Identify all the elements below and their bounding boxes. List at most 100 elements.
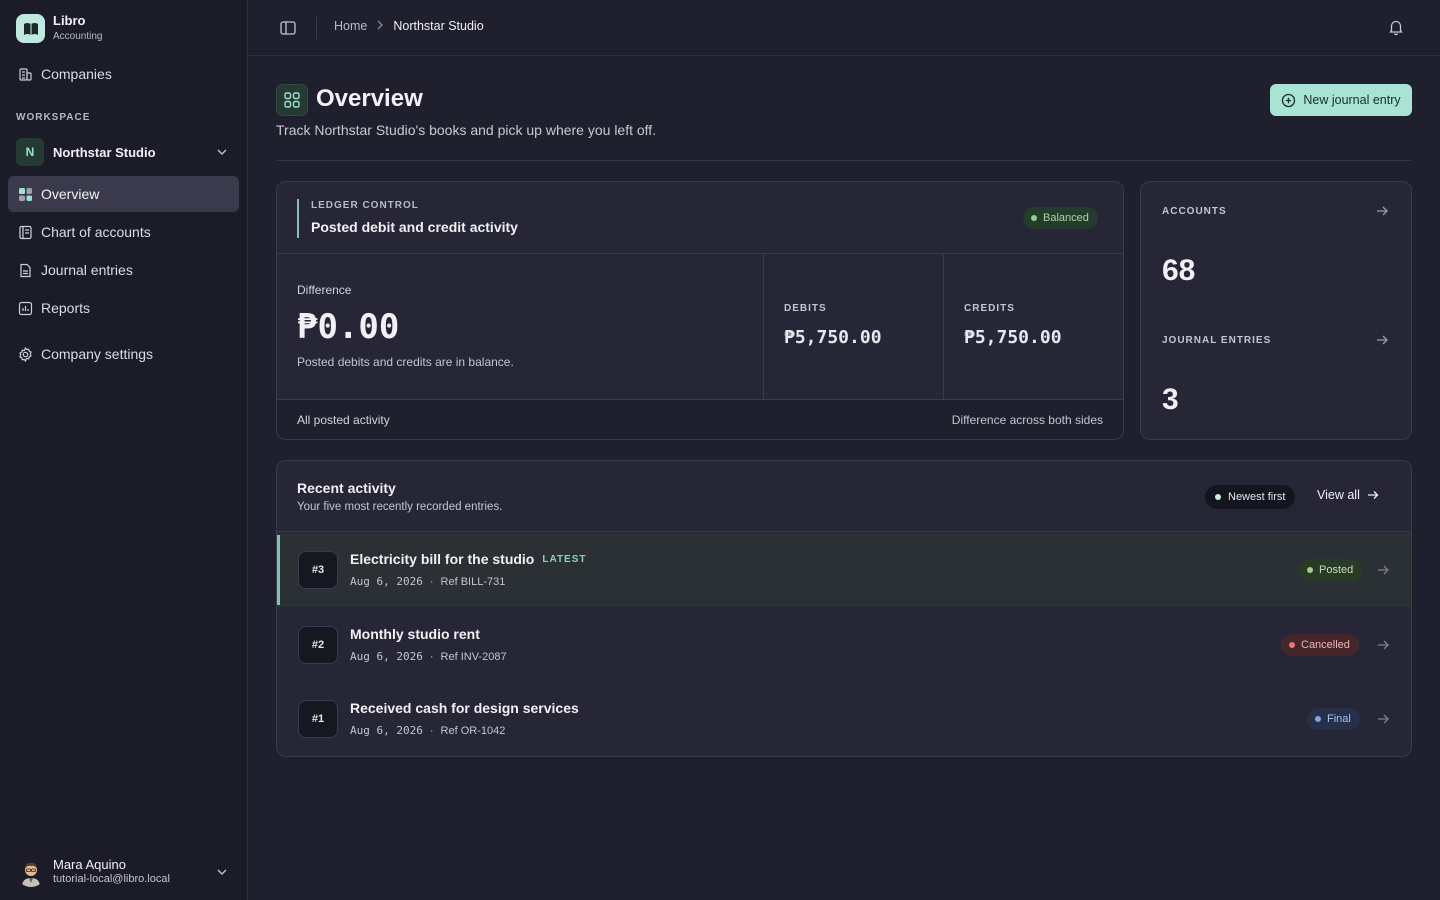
entry-date: Aug 6, 2026: [350, 724, 423, 737]
new-journal-entry-button[interactable]: New journal entry: [1270, 84, 1412, 116]
arrow-right-icon[interactable]: [1374, 332, 1390, 348]
button-label: New journal entry: [1303, 93, 1401, 107]
breadcrumb: Home Northstar Studio: [334, 19, 484, 33]
entry-meta: Aug 6, 2026 · Ref BILL-731: [350, 575, 505, 588]
gear-icon: [17, 346, 33, 362]
divider: [276, 160, 1412, 161]
user-email: tutorial-local@libro.local: [53, 873, 170, 885]
difference-note: Posted debits and credits are in balance…: [297, 355, 514, 369]
bell-icon[interactable]: [1387, 18, 1405, 36]
user-menu[interactable]: Mara Aquino tutorial-local@libro.local: [16, 855, 232, 889]
debits-label: DEBITS: [784, 303, 827, 314]
meta-separator: ·: [429, 650, 434, 663]
entry-number: #2: [298, 626, 338, 664]
view-all-link[interactable]: View all: [1317, 488, 1380, 502]
sort-badge[interactable]: Newest first: [1205, 485, 1296, 509]
sidebar-item-company-settings[interactable]: Company settings: [8, 336, 239, 372]
sidebar-item-label: Companies: [41, 66, 112, 82]
accounts-label: ACCOUNTS: [1162, 206, 1227, 217]
entry-number: #3: [298, 551, 338, 589]
status-badge: Balanced: [1023, 207, 1098, 229]
difference-label: Difference: [297, 283, 352, 297]
table-row[interactable]: #2 Monthly studio rent Aug 6, 2026 · Ref…: [277, 608, 1411, 682]
arrow-right-icon[interactable]: [1375, 711, 1391, 727]
table-row[interactable]: #3 Electricity bill for the studio LATES…: [277, 533, 1411, 607]
entry-ref: Ref OR-1042: [440, 724, 506, 737]
ledger-footer: All posted activity Difference across bo…: [277, 399, 1123, 439]
entry-date: Aug 6, 2026: [350, 650, 423, 663]
footer-left: All posted activity: [297, 413, 390, 427]
entry-ref: Ref BILL-731: [440, 575, 506, 588]
ledger-header: LEDGER CONTROL Posted debit and credit a…: [277, 182, 1123, 254]
recent-subtitle: Your five most recently recorded entries…: [297, 501, 503, 513]
status-label: Balanced: [1043, 212, 1089, 224]
topbar: Home Northstar Studio: [248, 0, 1440, 56]
status-label: Final: [1327, 713, 1351, 725]
brand-name: Libro: [53, 13, 86, 28]
ledger-title: Posted debit and credit activity: [311, 219, 518, 235]
recent-header: Recent activity Your five most recently …: [277, 461, 1411, 532]
libro-logo-icon: [16, 14, 45, 43]
status-dot: [1031, 215, 1037, 221]
user-name: Mara Aquino: [53, 857, 126, 872]
sidebar: Libro Accounting Companies WORKSPACE N N…: [0, 0, 248, 900]
breadcrumb-current: Northstar Studio: [393, 19, 484, 33]
sidebar-item-chart-of-accounts[interactable]: Chart of accounts: [8, 214, 239, 250]
chart-icon: [17, 300, 33, 316]
sidebar-item-label: Overview: [41, 186, 100, 202]
status-badge: Posted: [1299, 559, 1363, 581]
view-all-label: View all: [1317, 488, 1360, 502]
footer-right: Difference across both sides: [951, 413, 1103, 427]
entry-title-text: Received cash for design services: [350, 700, 579, 716]
overview-icon: [276, 84, 308, 116]
journal-entries-value: 3: [1162, 383, 1179, 416]
difference-cell: Difference ₱0.00 Posted debits and credi…: [277, 254, 764, 399]
recent-title: Recent activity: [297, 480, 396, 496]
latest-tag: LATEST: [542, 553, 587, 565]
meta-separator: ·: [429, 575, 434, 588]
ledger-kicker: LEDGER CONTROL: [311, 200, 419, 211]
entry-title-text: Monthly studio rent: [350, 626, 480, 642]
plus-circle-icon: [1281, 93, 1296, 108]
brand[interactable]: Libro Accounting: [16, 13, 102, 44]
arrow-right-icon[interactable]: [1375, 637, 1391, 653]
sort-label: Newest first: [1228, 491, 1286, 503]
chevron-down-icon: [216, 866, 228, 878]
divider: [316, 17, 317, 39]
workspace-name: Northstar Studio: [53, 144, 156, 160]
journal-entries-label: JOURNAL ENTRIES: [1162, 335, 1272, 346]
sidebar-item-label: Chart of accounts: [41, 224, 151, 240]
sidebar-item-label: Reports: [41, 300, 91, 316]
credits-value: ₱5,750.00: [964, 327, 1062, 348]
entry-title-text: Electricity bill for the studio: [350, 551, 535, 567]
status-badge: Cancelled: [1281, 634, 1359, 656]
page-subtitle: Track Northstar Studio's books and pick …: [276, 122, 657, 138]
brand-subtitle: Accounting: [53, 31, 103, 42]
chevron-right-icon: [376, 19, 384, 33]
sidebar-item-companies[interactable]: Companies: [8, 56, 239, 92]
chevron-down-icon: [216, 146, 228, 158]
ledger-control-card: LEDGER CONTROL Posted debit and credit a…: [276, 181, 1124, 440]
entry-ref: Ref INV-2087: [440, 650, 507, 663]
workspace-selector[interactable]: N Northstar Studio: [16, 138, 232, 166]
accounts-value: 68: [1162, 254, 1196, 287]
arrow-right-icon[interactable]: [1375, 562, 1391, 578]
sidebar-item-journal-entries[interactable]: Journal entries: [8, 252, 239, 288]
sidebar-item-reports[interactable]: Reports: [8, 290, 239, 326]
status-dot: [1307, 567, 1313, 573]
recent-activity-card: Recent activity Your five most recently …: [276, 460, 1412, 757]
latest-accent-bar: [277, 535, 280, 605]
meta-separator: ·: [429, 724, 434, 737]
ledger-body: Difference ₱0.00 Posted debits and credi…: [277, 254, 1123, 399]
workspace-avatar: N: [16, 138, 44, 166]
building-icon: [17, 66, 33, 82]
arrow-right-icon[interactable]: [1374, 203, 1390, 219]
status-dot: [1289, 642, 1295, 648]
breadcrumb-home[interactable]: Home: [334, 19, 367, 33]
status-label: Cancelled: [1301, 639, 1350, 651]
table-row[interactable]: #1 Received cash for design services Aug…: [277, 682, 1411, 756]
page-title: Overview: [316, 85, 423, 112]
sidebar-item-overview[interactable]: Overview: [8, 176, 239, 212]
entry-date: Aug 6, 2026: [350, 575, 423, 588]
sidebar-toggle-icon[interactable]: [279, 19, 297, 37]
